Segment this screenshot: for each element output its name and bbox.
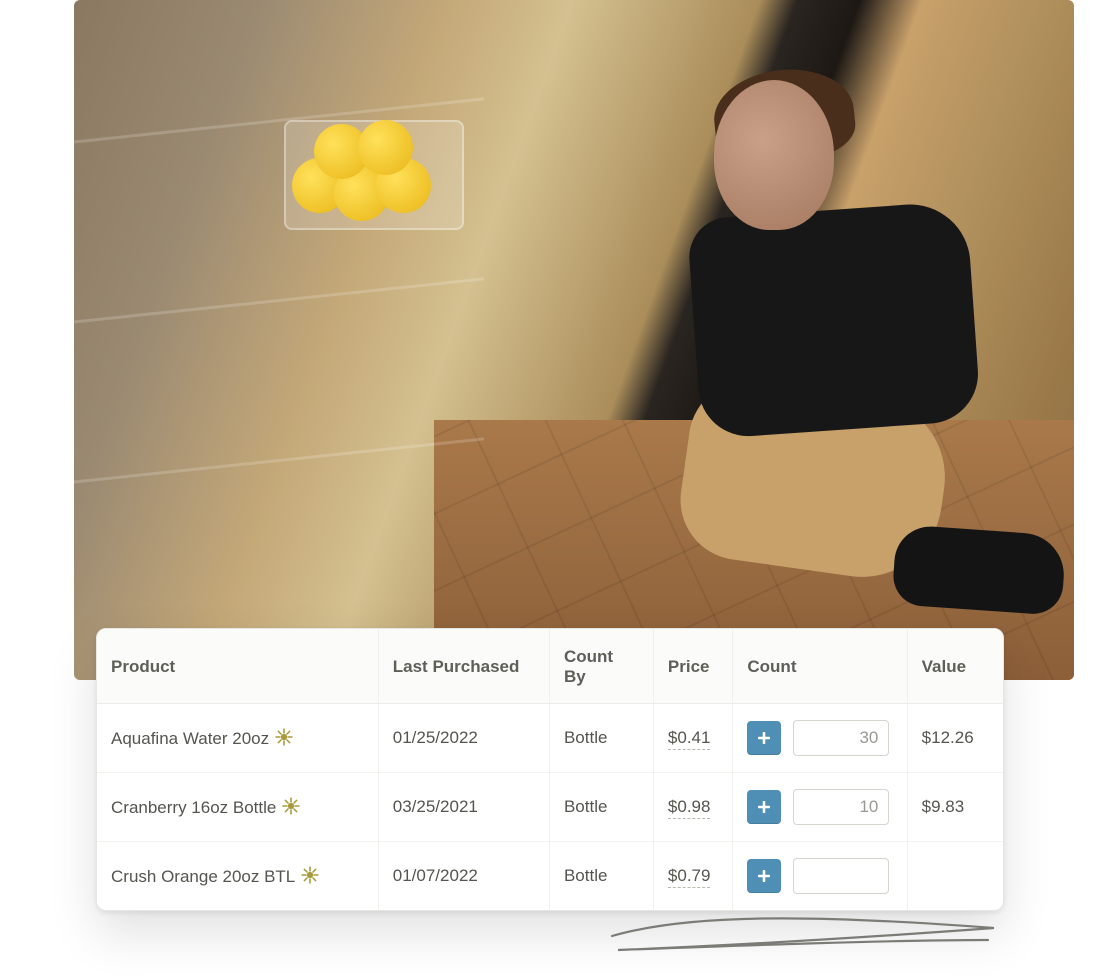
cell-last-purchased: 01/25/2022	[378, 704, 549, 773]
increment-count-button[interactable]	[747, 790, 781, 824]
storage-room-photo	[74, 0, 1074, 680]
header-count-by: Count By	[549, 629, 653, 704]
cell-price: $0.79	[653, 842, 732, 911]
price-text[interactable]: $0.41	[668, 728, 711, 750]
increment-count-button[interactable]	[747, 721, 781, 755]
count-input[interactable]	[793, 720, 889, 756]
burst-star-icon	[275, 728, 293, 746]
cell-count-by: Bottle	[549, 773, 653, 842]
cell-count	[733, 842, 907, 911]
table-row: Cranberry 16oz Bottle 03/25/2021Bottle $0.…	[97, 773, 1003, 842]
decorative-scribble	[608, 906, 998, 962]
increment-count-button[interactable]	[747, 859, 781, 893]
table-header-row: Product Last Purchased Count By Price Co…	[97, 629, 1003, 704]
lemons-bin	[284, 120, 464, 230]
inventory-table: Product Last Purchased Count By Price Co…	[97, 629, 1003, 910]
price-text[interactable]: $0.98	[668, 797, 711, 819]
header-last-purchased: Last Purchased	[378, 629, 549, 704]
cell-value: $12.26	[907, 704, 1003, 773]
cell-last-purchased: 03/25/2021	[378, 773, 549, 842]
cell-value	[907, 842, 1003, 911]
burst-star-icon	[282, 797, 300, 815]
shelf-line	[74, 277, 484, 325]
cell-price: $0.98	[653, 773, 732, 842]
cell-product: Cranberry 16oz Bottle	[97, 773, 378, 842]
cell-value: $9.83	[907, 773, 1003, 842]
cell-price: $0.41	[653, 704, 732, 773]
plus-icon	[755, 798, 773, 816]
cell-count-by: Bottle	[549, 842, 653, 911]
cell-product: Crush Orange 20oz BTL	[97, 842, 378, 911]
plus-icon	[755, 729, 773, 747]
shelf-line	[74, 437, 484, 485]
plus-icon	[755, 867, 773, 885]
count-input[interactable]	[793, 858, 889, 894]
header-value: Value	[907, 629, 1003, 704]
inventory-table-card: Product Last Purchased Count By Price Co…	[96, 628, 1004, 911]
person	[594, 60, 1054, 620]
header-count: Count	[733, 629, 907, 704]
header-product: Product	[97, 629, 378, 704]
cell-last-purchased: 01/07/2022	[378, 842, 549, 911]
count-input[interactable]	[793, 789, 889, 825]
product-name: Crush Orange 20oz BTL	[111, 867, 295, 886]
table-row: Crush Orange 20oz BTL 01/07/2022Bottle $0.…	[97, 842, 1003, 911]
price-text[interactable]: $0.79	[668, 866, 711, 888]
cell-count	[733, 773, 907, 842]
cell-count	[733, 704, 907, 773]
cell-product: Aquafina Water 20oz	[97, 704, 378, 773]
product-name: Cranberry 16oz Bottle	[111, 798, 276, 817]
table-row: Aquafina Water 20oz 01/25/2022Bottle $0.41…	[97, 704, 1003, 773]
header-price: Price	[653, 629, 732, 704]
product-name: Aquafina Water 20oz	[111, 729, 269, 748]
cell-count-by: Bottle	[549, 704, 653, 773]
burst-star-icon	[301, 866, 319, 884]
